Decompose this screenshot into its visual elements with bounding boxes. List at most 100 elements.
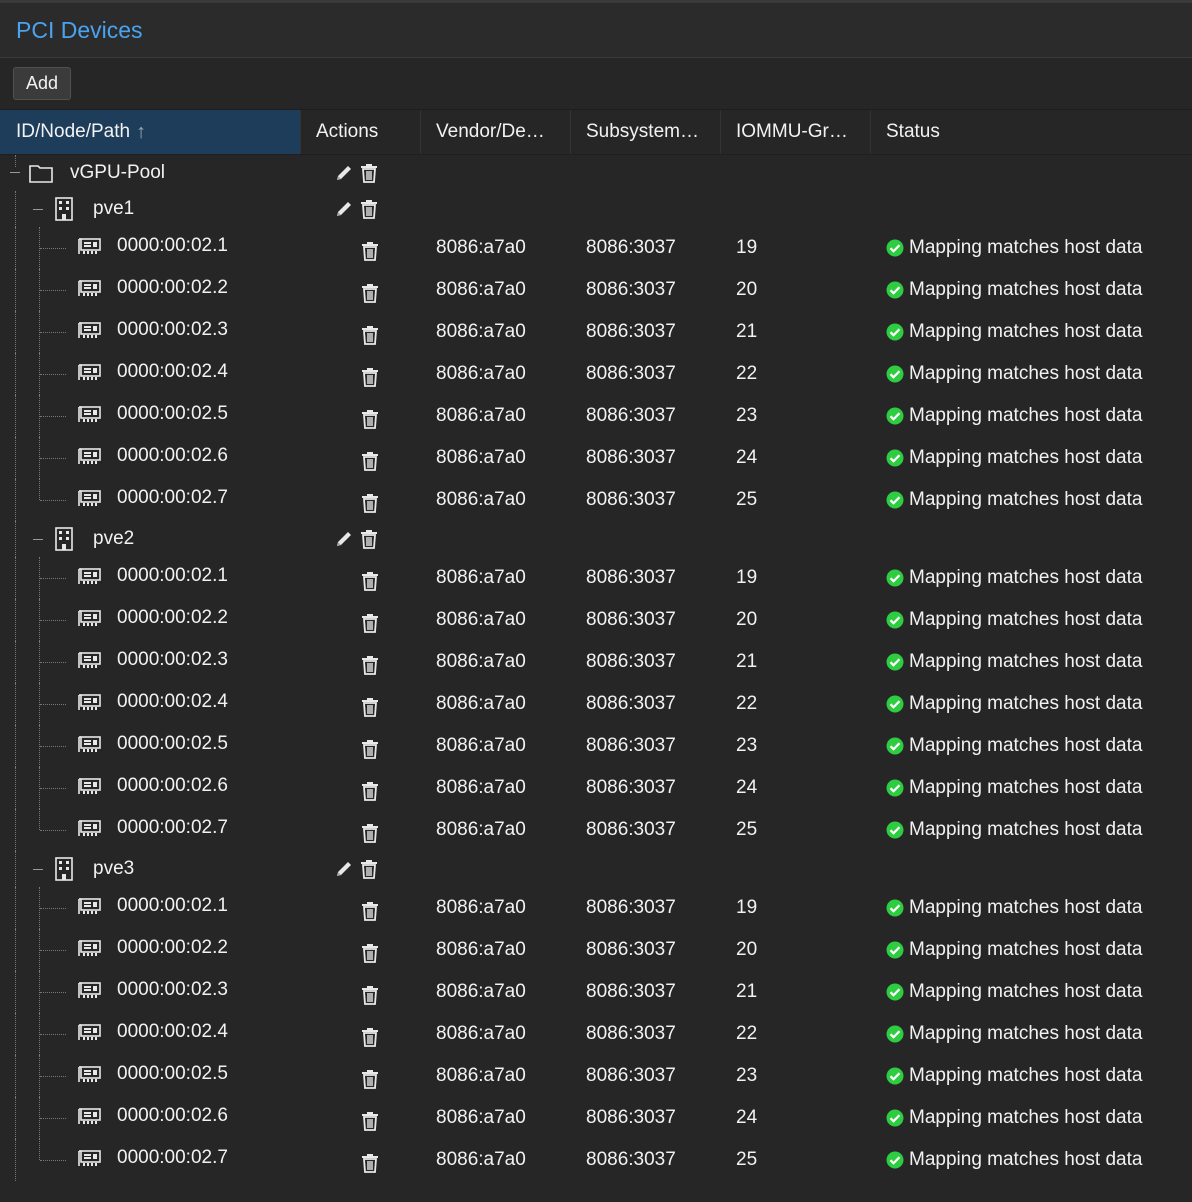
tree-grid-body: vGPU-Pool pve1 0000:00:02.1 8086:a7a0 8086:3… [0,155,1192,1181]
trash-icon[interactable] [360,859,378,879]
collapse-icon[interactable] [33,539,43,540]
tree-row-device[interactable]: 0000:00:02.6 8086:a7a0 8086:3037 24 Mapping … [0,1097,1192,1139]
pencil-icon[interactable] [334,859,354,879]
trash-icon[interactable] [361,1027,379,1047]
pci-card-icon [78,939,102,957]
tree-row-device[interactable]: 0000:00:02.1 8086:a7a0 8086:3037 19 Mapping … [0,227,1192,269]
tree-row-device[interactable]: 0000:00:02.6 8086:a7a0 8086:3037 24 Mapping … [0,437,1192,479]
add-button[interactable]: Add [13,67,72,100]
sort-ascending-icon: ↑ [136,120,147,143]
actions-cell [361,356,379,398]
status-cell: Mapping matches host data [886,353,1142,395]
tree-row-pool[interactable]: vGPU-Pool [0,155,1192,191]
tree-row-device[interactable]: 0000:00:02.5 8086:a7a0 8086:3037 23 Mapping … [0,725,1192,767]
vendor-device-id: 8086:a7a0 [436,567,526,588]
device-path-cell: 0000:00:02.3 [78,639,228,681]
subsystem-cell: 8086:3037 [586,1139,676,1181]
trash-icon[interactable] [360,199,378,219]
device-path-cell: 0000:00:02.7 [78,807,228,849]
check-circle-icon [886,407,904,425]
tree-row-node[interactable]: pve2 [0,521,1192,557]
tree-row-device[interactable]: 0000:00:02.7 8086:a7a0 8086:3037 25 Mapping … [0,479,1192,521]
tree-row-device[interactable]: 0000:00:02.1 8086:a7a0 8086:3037 19 Mapping … [0,887,1192,929]
tree-row-device[interactable]: 0000:00:02.4 8086:a7a0 8086:3037 22 Mapping … [0,353,1192,395]
iommu-group: 23 [736,1065,758,1086]
trash-icon[interactable] [361,613,379,633]
trash-icon[interactable] [361,901,379,921]
trash-icon[interactable] [361,739,379,759]
trash-icon[interactable] [361,1069,379,1089]
tree-row-device[interactable]: 0000:00:02.7 8086:a7a0 8086:3037 25 Mapping … [0,1139,1192,1181]
column-header-status[interactable]: Status [871,110,1192,154]
trash-icon[interactable] [361,985,379,1005]
tree-row-node[interactable]: pve3 [0,851,1192,887]
pci-card-icon [78,489,102,507]
tree-row-device[interactable]: 0000:00:02.3 8086:a7a0 8086:3037 21 Mapping … [0,971,1192,1013]
device-path: 0000:00:02.4 [117,1021,228,1042]
check-circle-icon [886,695,904,713]
trash-icon[interactable] [361,943,379,963]
tree-row-device[interactable]: 0000:00:02.4 8086:a7a0 8086:3037 22 Mapping … [0,683,1192,725]
pencil-icon[interactable] [334,199,354,219]
tree-connector [40,830,66,831]
tree-connector [40,1118,66,1119]
trash-icon[interactable] [361,325,379,345]
trash-icon[interactable] [360,529,378,549]
trash-icon[interactable] [361,367,379,387]
tree-row-device[interactable]: 0000:00:02.5 8086:a7a0 8086:3037 23 Mapping … [0,395,1192,437]
tree-row-device[interactable]: 0000:00:02.2 8086:a7a0 8086:3037 20 Mapping … [0,599,1192,641]
tree-row-device[interactable]: 0000:00:02.7 8086:a7a0 8086:3037 25 Mapping … [0,809,1192,851]
tree-row-node[interactable]: pve1 [0,191,1192,227]
subsystem-cell: 8086:3037 [586,929,676,971]
iommu-group-cell: 21 [736,311,757,353]
vendor-device-id: 8086:a7a0 [436,1065,526,1086]
device-path: 0000:00:02.2 [117,607,228,628]
pci-card-icon [78,1065,102,1083]
pci-card-icon [78,405,102,423]
status-text: Mapping matches host data [909,777,1143,798]
trash-icon[interactable] [361,1111,379,1131]
column-header-id-node-path[interactable]: ID/Node/Path ↑ [0,110,301,154]
status-text: Mapping matches host data [909,735,1143,756]
panel-title: PCI Devices [16,16,143,43]
trash-icon[interactable] [361,241,379,261]
column-header-subsystem[interactable]: Subsystem… [571,110,721,154]
trash-icon[interactable] [361,409,379,429]
tree-row-device[interactable]: 0000:00:02.6 8086:a7a0 8086:3037 24 Mapping … [0,767,1192,809]
trash-icon[interactable] [361,493,379,513]
trash-icon[interactable] [361,781,379,801]
collapse-icon[interactable] [33,869,43,870]
collapse-icon[interactable] [10,172,20,173]
vendor-device-id: 8086:a7a0 [436,939,526,960]
trash-icon[interactable] [361,451,379,471]
column-header-label: Subsystem… [586,121,699,142]
trash-icon[interactable] [361,655,379,675]
column-header-actions[interactable]: Actions [301,110,421,154]
status-cell: Mapping matches host data [886,1139,1142,1181]
trash-icon[interactable] [361,697,379,717]
tree-row-device[interactable]: 0000:00:02.5 8086:a7a0 8086:3037 23 Mapping … [0,1055,1192,1097]
vendor-device-id: 8086:a7a0 [436,447,526,468]
vendor-device-id: 8086:a7a0 [436,489,526,510]
status-text: Mapping matches host data [909,567,1143,588]
tree-row-device[interactable]: 0000:00:02.3 8086:a7a0 8086:3037 21 Mapping … [0,641,1192,683]
pencil-icon[interactable] [334,529,354,549]
column-header-vendor-device[interactable]: Vendor/De… [421,110,571,154]
actions-cell [361,1142,379,1184]
trash-icon[interactable] [360,163,378,183]
pencil-icon[interactable] [334,163,354,183]
trash-icon[interactable] [361,1153,379,1173]
collapse-icon[interactable] [33,209,43,210]
tree-row-device[interactable]: 0000:00:02.3 8086:a7a0 8086:3037 21 Mapping … [0,311,1192,353]
tree-row-device[interactable]: 0000:00:02.1 8086:a7a0 8086:3037 19 Mapping … [0,557,1192,599]
tree-row-device[interactable]: 0000:00:02.4 8086:a7a0 8086:3037 22 Mapping … [0,1013,1192,1055]
tree-row-device[interactable]: 0000:00:02.2 8086:a7a0 8086:3037 20 Mapping … [0,929,1192,971]
subsystem-cell: 8086:3037 [586,395,676,437]
tree-row-device[interactable]: 0000:00:02.2 8086:a7a0 8086:3037 20 Mapping … [0,269,1192,311]
trash-icon[interactable] [361,283,379,303]
trash-icon[interactable] [361,571,379,591]
vendor-device-id: 8086:a7a0 [436,1149,526,1170]
column-header-iommu-group[interactable]: IOMMU-Gr… [721,110,871,154]
vendor-device-cell: 8086:a7a0 [436,971,526,1013]
trash-icon[interactable] [361,823,379,843]
